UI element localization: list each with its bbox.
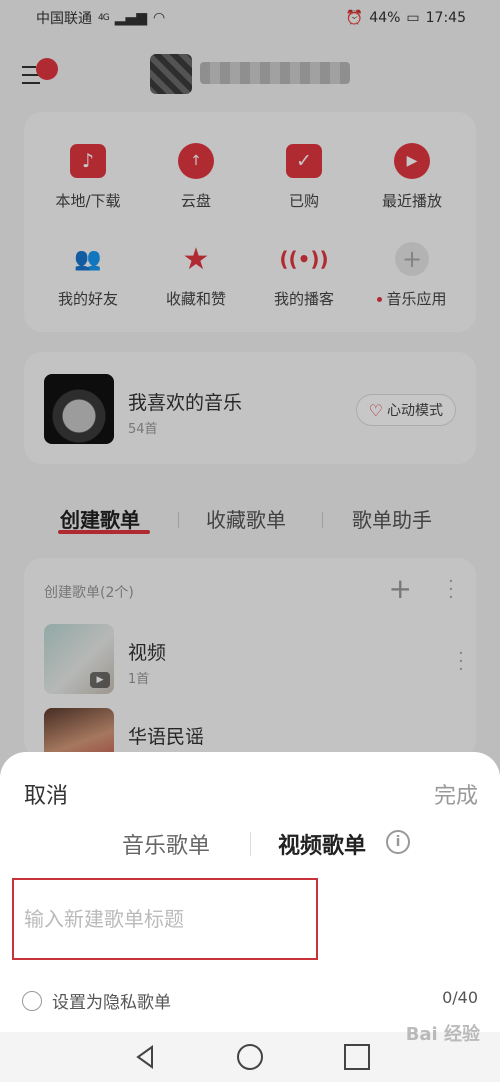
char-count: 0/40 [442,988,478,1007]
done-button[interactable]: 完成 [434,778,478,810]
back-icon[interactable] [132,1044,158,1070]
private-playlist-option[interactable]: 设置为隐私歌单 [22,988,171,1013]
recent-apps-icon[interactable] [344,1044,370,1070]
tab-video-playlist[interactable]: 视频歌单 [278,828,366,860]
tab-music-playlist[interactable]: 音乐歌单 [122,828,210,860]
watermark: Bai 经验 [405,1024,480,1045]
cancel-button[interactable]: 取消 [24,778,68,810]
playlist-title-input[interactable] [12,878,318,960]
info-icon[interactable]: i [386,830,410,854]
private-label: 设置为隐私歌单 [52,993,171,1013]
home-icon[interactable] [237,1044,263,1070]
private-radio[interactable] [22,990,42,1011]
new-playlist-sheet: 取消 完成 音乐歌单 视频歌单 i 设置为隐私歌单 0/40 [0,752,500,1032]
